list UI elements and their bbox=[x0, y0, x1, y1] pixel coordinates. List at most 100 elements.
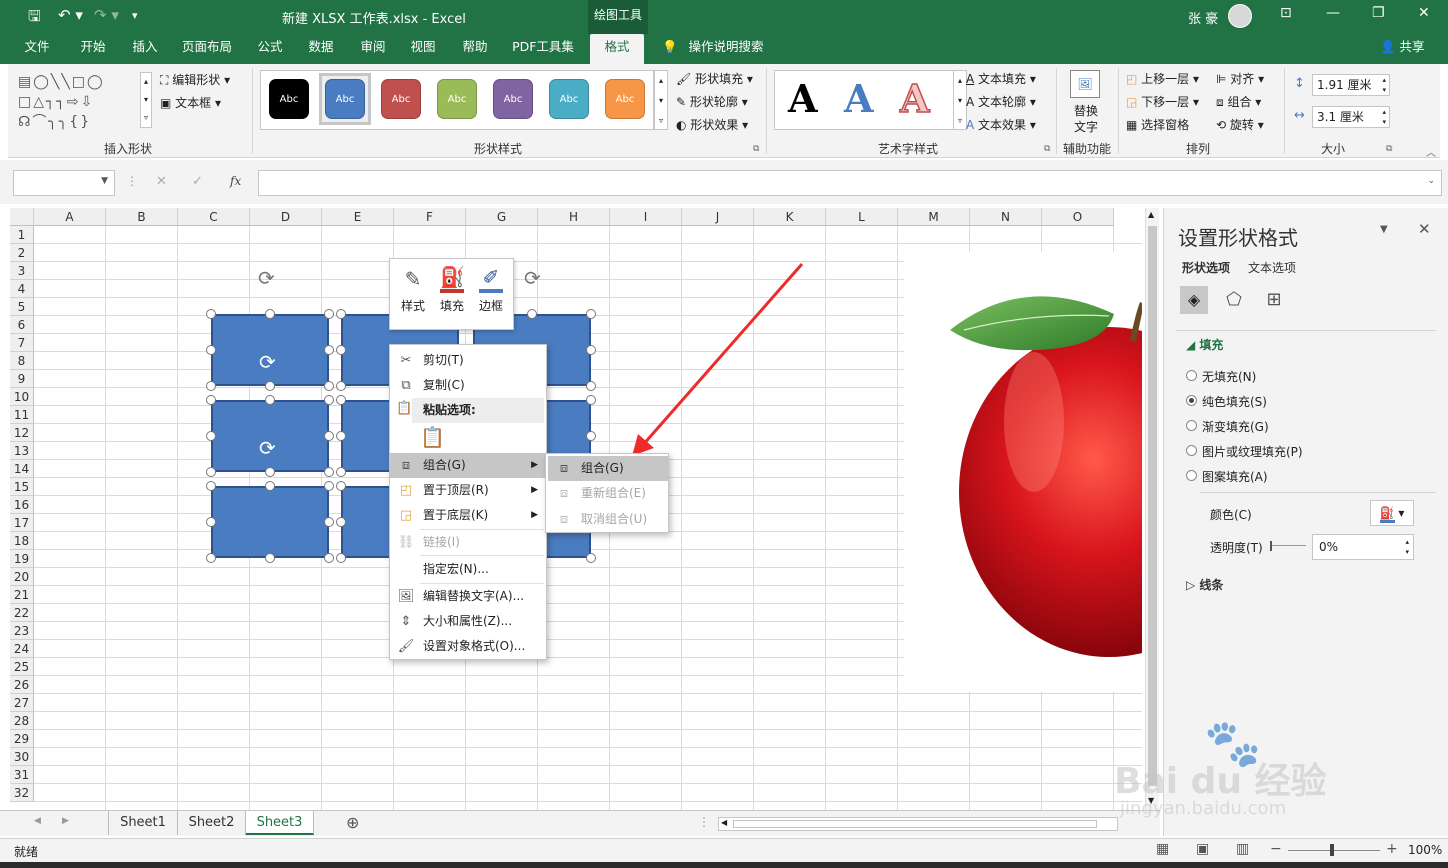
resize-handle[interactable] bbox=[324, 467, 334, 477]
sheet-tab-active[interactable]: Sheet3 bbox=[246, 811, 314, 835]
line-section-header[interactable]: ▷ 线条 bbox=[1186, 576, 1223, 593]
resize-handle[interactable] bbox=[324, 395, 334, 405]
dialog-launcher-icon[interactable]: ⧉ bbox=[1386, 144, 1392, 154]
row-header[interactable]: 11 bbox=[10, 406, 34, 424]
menu-item-edit-alt-text[interactable]: 🖼 编辑替换文字(A)... bbox=[390, 584, 546, 609]
menu-item-group[interactable]: ⧈ 组合(G) ▶ bbox=[390, 453, 546, 478]
dialog-launcher-icon[interactable]: ⧉ bbox=[753, 144, 759, 154]
resize-handle[interactable] bbox=[586, 553, 596, 563]
menu-item-format-object[interactable]: 🖌 设置对象格式(O)... bbox=[390, 634, 546, 659]
name-box[interactable]: ▼ bbox=[13, 170, 115, 196]
style-gallery-scroll[interactable]: ▴ ▾ ▿ bbox=[654, 70, 668, 130]
fill-line-icon[interactable]: ◈ bbox=[1180, 286, 1208, 314]
tab-home[interactable]: 开始 bbox=[70, 34, 116, 64]
ribbon-display-options-icon[interactable]: ⊡ bbox=[1280, 5, 1292, 21]
shape-width-input[interactable]: 3.1 厘米 ▴ ▾ bbox=[1312, 106, 1390, 128]
column-header[interactable]: O bbox=[1042, 208, 1114, 226]
resize-handle[interactable] bbox=[324, 517, 334, 527]
bring-forward-button[interactable]: ◰ 上移一层 ▾ bbox=[1126, 70, 1199, 87]
zoom-in-icon[interactable]: + bbox=[1386, 841, 1398, 857]
shape-fill-button[interactable]: 🖌 形状填充 ▾ bbox=[676, 70, 753, 87]
text-effects-button[interactable]: A 文本效果 ▾ bbox=[966, 116, 1036, 133]
insert-function-icon[interactable]: fx bbox=[230, 174, 241, 188]
column-header[interactable]: E bbox=[322, 208, 394, 226]
resize-handle[interactable] bbox=[336, 431, 346, 441]
mini-style-button[interactable]: ✎ 样式 bbox=[394, 259, 432, 331]
edit-shape-button[interactable]: ⛶ 编辑形状 ▾ bbox=[160, 71, 230, 88]
mini-fill-button[interactable]: ⛽ 填充 bbox=[433, 259, 471, 331]
shape-style-swatch[interactable]: Abc bbox=[381, 79, 421, 119]
row-header[interactable]: 6 bbox=[10, 316, 34, 334]
textbox-button[interactable]: ▣ 文本框 ▾ bbox=[160, 94, 221, 111]
row-header[interactable]: 30 bbox=[10, 748, 34, 766]
resize-handle[interactable] bbox=[324, 309, 334, 319]
tab-pdf-tools[interactable]: PDF工具集 bbox=[506, 34, 580, 64]
row-header[interactable]: 12 bbox=[10, 424, 34, 442]
fill-option-gradient[interactable]: 渐变填充(G) bbox=[1186, 418, 1269, 435]
group-button[interactable]: ⧈ 组合 ▾ bbox=[1216, 93, 1261, 110]
row-header[interactable]: 18 bbox=[10, 532, 34, 550]
prev-sheet-icon[interactable]: ◀ bbox=[34, 816, 41, 826]
wordart-style-blue[interactable]: A bbox=[844, 76, 873, 121]
row-header[interactable]: 23 bbox=[10, 622, 34, 640]
resize-handle[interactable] bbox=[336, 467, 346, 477]
tab-text-options[interactable]: 文本选项 bbox=[1248, 259, 1296, 276]
rotation-handle-icon[interactable]: ⟳ bbox=[259, 350, 276, 374]
row-header[interactable]: 25 bbox=[10, 658, 34, 676]
tab-help[interactable]: 帮助 bbox=[452, 34, 498, 64]
column-header[interactable]: F bbox=[394, 208, 466, 226]
undo-icon[interactable]: ↶ ▾ bbox=[58, 6, 83, 24]
row-header[interactable]: 17 bbox=[10, 514, 34, 532]
column-header[interactable]: J bbox=[682, 208, 754, 226]
resize-handle[interactable] bbox=[336, 309, 346, 319]
column-header[interactable]: C bbox=[178, 208, 250, 226]
resize-handle[interactable] bbox=[586, 431, 596, 441]
alt-text-button-line1[interactable]: 替换 bbox=[1074, 102, 1098, 119]
resize-handle[interactable] bbox=[527, 309, 537, 319]
tab-page-layout[interactable]: 页面布局 bbox=[176, 34, 238, 64]
mini-border-button[interactable]: ✐ 边框 bbox=[472, 259, 510, 331]
row-header[interactable]: 3 bbox=[10, 262, 34, 280]
row-header[interactable]: 19 bbox=[10, 550, 34, 568]
rotation-handle-icon[interactable]: ⟳ bbox=[259, 436, 276, 460]
pane-close-icon[interactable]: ✕ bbox=[1418, 220, 1431, 238]
pane-options-dropdown-icon[interactable]: ▼ bbox=[1380, 224, 1388, 235]
text-fill-button[interactable]: A 文本填充 ▾ bbox=[966, 70, 1036, 87]
row-header[interactable]: 10 bbox=[10, 388, 34, 406]
resize-handle[interactable] bbox=[206, 553, 216, 563]
tab-review[interactable]: 审阅 bbox=[350, 34, 396, 64]
fill-option-none[interactable]: 无填充(N) bbox=[1186, 368, 1256, 385]
text-outline-button[interactable]: A 文本轮廓 ▾ bbox=[966, 93, 1036, 110]
zoom-slider-thumb[interactable] bbox=[1330, 844, 1334, 856]
transparency-slider-thumb[interactable] bbox=[1270, 541, 1272, 551]
tab-file[interactable]: 文件 bbox=[14, 34, 60, 64]
column-header[interactable]: G bbox=[466, 208, 538, 226]
column-header[interactable]: A bbox=[34, 208, 106, 226]
row-header[interactable]: 21 bbox=[10, 586, 34, 604]
column-header[interactable]: H bbox=[538, 208, 610, 226]
resize-handle[interactable] bbox=[265, 467, 275, 477]
fill-section-header[interactable]: ◢ 填充 bbox=[1186, 336, 1223, 353]
tab-data[interactable]: 数据 bbox=[298, 34, 344, 64]
shape-style-swatch[interactable]: Abc bbox=[269, 79, 309, 119]
user-name[interactable]: 张 豪 bbox=[1188, 8, 1218, 27]
tab-shape-options[interactable]: 形状选项 bbox=[1182, 259, 1230, 276]
row-header[interactable]: 4 bbox=[10, 280, 34, 298]
resize-handle[interactable] bbox=[206, 481, 216, 491]
row-header[interactable]: 14 bbox=[10, 460, 34, 478]
shape-gallery-scroll[interactable]: ▴ ▾ ▿ bbox=[140, 72, 152, 128]
collapse-ribbon-icon[interactable]: ︿ bbox=[1426, 144, 1436, 159]
column-header[interactable]: B bbox=[106, 208, 178, 226]
page-layout-view-icon[interactable]: ▣ bbox=[1196, 841, 1209, 857]
dialog-launcher-icon[interactable]: ⧉ bbox=[1044, 144, 1050, 154]
cancel-formula-icon[interactable]: ✕ bbox=[156, 174, 167, 189]
resize-handle[interactable] bbox=[324, 345, 334, 355]
menu-item-assign-macro[interactable]: 指定宏(N)... bbox=[390, 557, 546, 582]
zoom-slider[interactable] bbox=[1288, 850, 1380, 851]
zoom-level[interactable]: 100% bbox=[1408, 843, 1442, 857]
resize-handle[interactable] bbox=[265, 481, 275, 491]
horizontal-scrollbar[interactable]: ◀ bbox=[718, 817, 1118, 831]
normal-view-icon[interactable]: ▦ bbox=[1156, 841, 1169, 857]
resize-handle[interactable] bbox=[324, 553, 334, 563]
column-header[interactable]: K bbox=[754, 208, 826, 226]
